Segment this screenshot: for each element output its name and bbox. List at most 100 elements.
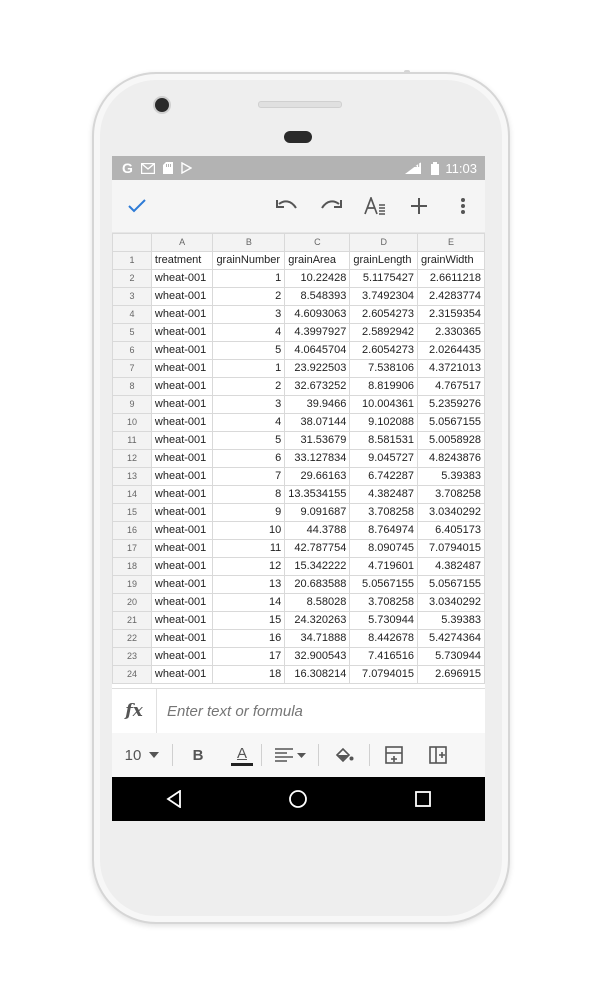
cell[interactable]: 9.102088 xyxy=(349,413,419,432)
row-header[interactable]: 19 xyxy=(112,575,152,594)
cell[interactable]: wheat-001 xyxy=(150,413,214,432)
cell[interactable]: 4.8243876 xyxy=(417,449,485,468)
cell[interactable]: 3.0340292 xyxy=(417,503,485,522)
cell[interactable]: 3.7492304 xyxy=(349,287,419,306)
cell[interactable]: 5.0567155 xyxy=(417,413,485,432)
cell[interactable]: grainNumber xyxy=(212,251,286,270)
row-header[interactable]: 12 xyxy=(112,449,152,468)
cell[interactable]: wheat-001 xyxy=(150,557,214,576)
cell[interactable]: 7 xyxy=(212,467,286,486)
cell[interactable]: wheat-001 xyxy=(150,593,214,612)
cell[interactable]: 10.22428 xyxy=(284,269,351,288)
cell[interactable]: 2 xyxy=(212,287,286,306)
cell[interactable]: 5.0058928 xyxy=(417,431,485,450)
cell[interactable]: 4.3721013 xyxy=(417,359,485,378)
row-header[interactable]: 8 xyxy=(112,377,152,396)
row-header[interactable]: 6 xyxy=(112,341,152,360)
cell[interactable]: wheat-001 xyxy=(150,539,214,558)
cell[interactable]: 5.39383 xyxy=(417,467,485,486)
undo-icon[interactable] xyxy=(265,180,309,232)
cell[interactable]: wheat-001 xyxy=(150,341,214,360)
cell[interactable]: 2.696915 xyxy=(417,665,485,684)
cell[interactable]: 3.708258 xyxy=(349,503,419,522)
cell[interactable]: 3.0340292 xyxy=(417,593,485,612)
cell[interactable]: wheat-001 xyxy=(150,305,214,324)
cell[interactable]: 17 xyxy=(212,647,286,666)
cell[interactable]: 4 xyxy=(212,413,286,432)
cell[interactable]: 2.6054273 xyxy=(349,305,419,324)
cell[interactable]: 5.1175427 xyxy=(349,269,419,288)
spreadsheet-grid[interactable]: ABCDE 1 treatment grainNumber grainArea grai… xyxy=(112,233,485,684)
cell[interactable]: 2.6611218 xyxy=(417,269,485,288)
cell[interactable]: 4.382487 xyxy=(417,557,485,576)
column-header-c[interactable]: C xyxy=(284,233,351,252)
cell[interactable]: 8.764974 xyxy=(349,521,419,540)
cell[interactable]: wheat-001 xyxy=(150,395,214,414)
cell[interactable]: 10 xyxy=(212,521,286,540)
cell[interactable]: 4 xyxy=(212,323,286,342)
cell[interactable]: 42.787754 xyxy=(284,539,351,558)
column-header-d[interactable]: D xyxy=(349,233,419,252)
cell[interactable]: 32.673252 xyxy=(284,377,351,396)
cell[interactable]: 5.39383 xyxy=(417,611,485,630)
cell[interactable]: 2.3159354 xyxy=(417,305,485,324)
cell[interactable]: 13.3534155 xyxy=(284,485,351,504)
cell[interactable]: 5.730944 xyxy=(349,611,419,630)
cell[interactable]: grainLength xyxy=(349,251,419,270)
more-vert-icon[interactable] xyxy=(441,180,485,232)
row-header[interactable]: 1 xyxy=(112,251,152,270)
cell[interactable]: 9.091687 xyxy=(284,503,351,522)
corner-cell[interactable] xyxy=(112,233,152,252)
cell[interactable]: 5.4274364 xyxy=(417,629,485,648)
cell[interactable]: 29.66163 xyxy=(284,467,351,486)
cell[interactable]: 32.900543 xyxy=(284,647,351,666)
cell[interactable]: 5.0567155 xyxy=(417,575,485,594)
cell[interactable]: wheat-001 xyxy=(150,359,214,378)
cell[interactable]: 16.308214 xyxy=(284,665,351,684)
cell[interactable]: 7.0794015 xyxy=(349,665,419,684)
cell[interactable]: 5 xyxy=(212,431,286,450)
cell[interactable]: 23.922503 xyxy=(284,359,351,378)
cell[interactable]: 16 xyxy=(212,629,286,648)
cell[interactable]: 8.548393 xyxy=(284,287,351,306)
formula-input[interactable] xyxy=(165,701,469,721)
cell[interactable]: 31.53679 xyxy=(284,431,351,450)
cell[interactable]: 14 xyxy=(212,593,286,612)
row-header[interactable]: 23 xyxy=(112,647,152,666)
cell[interactable]: wheat-001 xyxy=(150,269,214,288)
cell[interactable]: 20.683588 xyxy=(284,575,351,594)
font-size-dropdown[interactable]: 10 xyxy=(112,733,172,777)
cell[interactable]: 3 xyxy=(212,395,286,414)
cell[interactable]: 4.6093063 xyxy=(284,305,351,324)
cell[interactable]: 2.0264435 xyxy=(417,341,485,360)
cell[interactable]: 3.708258 xyxy=(349,593,419,612)
cell[interactable]: 5.730944 xyxy=(417,647,485,666)
cell[interactable]: 4.382487 xyxy=(349,485,419,504)
cell[interactable]: 1 xyxy=(212,269,286,288)
column-header-e[interactable]: E xyxy=(417,233,485,252)
row-header[interactable]: 24 xyxy=(112,665,152,684)
cell[interactable]: wheat-001 xyxy=(150,323,214,342)
row-header[interactable]: 21 xyxy=(112,611,152,630)
cell[interactable]: grainArea xyxy=(284,251,351,270)
insert-row-button[interactable] xyxy=(370,733,418,777)
cell[interactable]: wheat-001 xyxy=(150,503,214,522)
cell[interactable]: 8.581531 xyxy=(349,431,419,450)
recents-icon[interactable] xyxy=(393,777,453,821)
cell[interactable]: 18 xyxy=(212,665,286,684)
cell[interactable]: treatment xyxy=(150,251,214,270)
row-header[interactable]: 18 xyxy=(112,557,152,576)
column-header-b[interactable]: B xyxy=(212,233,286,252)
cell[interactable]: wheat-001 xyxy=(150,431,214,450)
row-header[interactable]: 9 xyxy=(112,395,152,414)
cell[interactable]: wheat-001 xyxy=(150,467,214,486)
row-header[interactable]: 20 xyxy=(112,593,152,612)
cell[interactable]: 4.3997927 xyxy=(284,323,351,342)
cell[interactable]: grainWidth xyxy=(417,251,485,270)
row-header[interactable]: 2 xyxy=(112,269,152,288)
cell[interactable]: wheat-001 xyxy=(150,449,214,468)
text-color-button[interactable]: A xyxy=(223,733,261,777)
cell[interactable]: 33.127834 xyxy=(284,449,351,468)
row-header[interactable]: 16 xyxy=(112,521,152,540)
cell[interactable]: 15 xyxy=(212,611,286,630)
